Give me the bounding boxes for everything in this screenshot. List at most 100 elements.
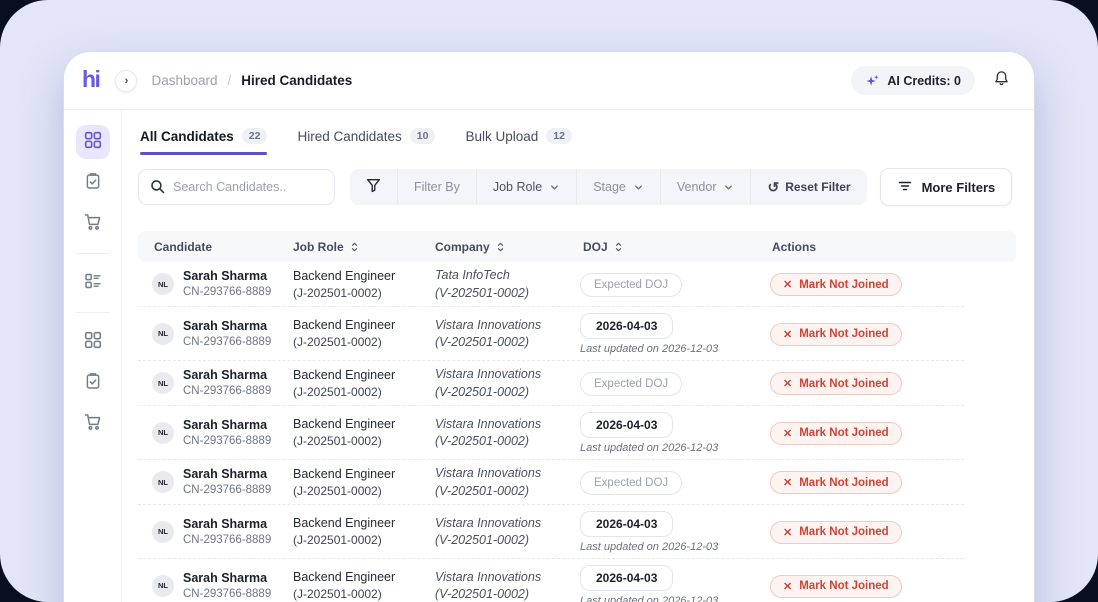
job-role-id: (J-202501-0002): [293, 483, 435, 499]
candidate-name: Sarah Sharma: [183, 570, 271, 587]
column-header-doj[interactable]: DOJ: [580, 240, 740, 254]
mark-not-joined-button[interactable]: ✕Mark Not Joined: [770, 323, 902, 346]
doj-cell: 2026-04-03Last updated on 2026-12-03: [580, 511, 740, 553]
search-input[interactable]: [138, 169, 335, 205]
actions-cell: ✕Mark Not Joined: [740, 575, 1016, 598]
candidate-cell: NLSarah SharmaCN-293766-8889: [138, 570, 293, 602]
candidate-id: CN-293766-8889: [183, 587, 271, 602]
table-row: NLSarah SharmaCN-293766-8889Backend Engi…: [138, 559, 1016, 602]
job-role: Backend Engineer: [293, 515, 435, 532]
company-id: (V-202501-0002): [435, 433, 580, 451]
doj-cell: Expected DOJ: [580, 273, 740, 297]
mark-not-joined-button[interactable]: ✕Mark Not Joined: [770, 521, 902, 544]
tab-all-candidates[interactable]: All Candidates22: [140, 128, 267, 155]
job-role-id: (J-202501-0002): [293, 586, 435, 602]
company-name: Vistara Innovations: [435, 317, 580, 335]
candidate-id: CN-293766-8889: [183, 483, 271, 499]
sidebar-divider: [76, 253, 110, 254]
company-name: Vistara Innovations: [435, 515, 580, 533]
clipboard-check-icon: [84, 372, 102, 395]
tab-label: Bulk Upload: [465, 129, 538, 144]
avatar: NL: [152, 323, 174, 345]
filter-group: Filter By Job RoleStageVendor ↺ Reset Fi…: [350, 169, 867, 205]
more-filters-button[interactable]: More Filters: [880, 168, 1013, 206]
doj-date-chip: 2026-04-03: [580, 565, 673, 591]
candidate-id: CN-293766-8889: [183, 285, 271, 301]
sidebar-item-apps[interactable]: [76, 325, 110, 359]
sidebar-item-dashboard[interactable]: [76, 125, 110, 159]
table-row: NLSarah SharmaCN-293766-8889Backend Engi…: [138, 505, 1016, 559]
notifications-button[interactable]: [993, 70, 1010, 92]
filter-dropdown-job-role[interactable]: Job Role: [477, 169, 577, 205]
cart-icon: [84, 413, 102, 436]
mark-not-joined-button[interactable]: ✕Mark Not Joined: [770, 372, 902, 395]
sort-icon[interactable]: [349, 241, 360, 253]
mark-not-joined-button[interactable]: ✕Mark Not Joined: [770, 422, 902, 445]
column-header-company[interactable]: Company: [435, 240, 580, 254]
tab-bulk-upload[interactable]: Bulk Upload12: [465, 128, 571, 155]
candidate-cell: NLSarah SharmaCN-293766-8889: [138, 516, 293, 548]
table-row: NLSarah SharmaCN-293766-8889Backend Engi…: [138, 262, 1016, 307]
tab-label: All Candidates: [140, 129, 234, 144]
sidebar-item-orders[interactable]: [76, 207, 110, 241]
company-id: (V-202501-0002): [435, 586, 580, 602]
sidebar-item-purchases[interactable]: [76, 407, 110, 441]
company-cell: Tata InfoTech(V-202501-0002): [435, 267, 580, 302]
company-name: Vistara Innovations: [435, 366, 580, 384]
main-content: All Candidates22 Hired Candidates10 Bulk U…: [122, 110, 1034, 602]
mark-not-joined-button[interactable]: ✕Mark Not Joined: [770, 471, 902, 494]
filter-dropdown-vendor[interactable]: Vendor: [661, 169, 752, 205]
candidates-table: CandidateJob RoleCompanyDOJActions NLSar…: [138, 231, 1016, 602]
breadcrumb-dashboard[interactable]: Dashboard: [151, 73, 217, 88]
sidebar-item-reports[interactable]: [76, 366, 110, 400]
sort-icon[interactable]: [613, 241, 624, 253]
reset-filter-button[interactable]: ↺ Reset Filter: [751, 169, 866, 205]
avatar: NL: [152, 422, 174, 444]
search-box: [138, 169, 335, 205]
column-header-candidate: Candidate: [138, 240, 293, 254]
table-row: NLSarah SharmaCN-293766-8889Backend Engi…: [138, 307, 1016, 361]
tab-hired-candidates[interactable]: Hired Candidates10: [297, 128, 435, 155]
funnel-filter-button[interactable]: [350, 169, 398, 205]
actions-cell: ✕Mark Not Joined: [740, 372, 1016, 395]
search-icon: [149, 178, 166, 200]
sidebar-toggle-button[interactable]: ›: [115, 70, 137, 92]
job-role: Backend Engineer: [293, 268, 435, 285]
job-role: Backend Engineer: [293, 466, 435, 483]
doj-cell: 2026-04-03Last updated on 2026-12-03: [580, 412, 740, 454]
doj-cell: 2026-04-03Last updated on 2026-12-03: [580, 313, 740, 355]
candidate-name: Sarah Sharma: [183, 268, 271, 285]
job-role: Backend Engineer: [293, 416, 435, 433]
mark-not-joined-button[interactable]: ✕Mark Not Joined: [770, 575, 902, 598]
filter-bar: Filter By Job RoleStageVendor ↺ Reset Fi…: [138, 168, 1016, 206]
doj-last-updated: Last updated on 2026-12-03: [580, 442, 740, 454]
candidate-cell: NLSarah SharmaCN-293766-8889: [138, 417, 293, 449]
company-name: Vistara Innovations: [435, 569, 580, 587]
company-name: Tata InfoTech: [435, 267, 580, 285]
job-role-cell: Backend Engineer(J-202501-0002): [293, 416, 435, 449]
job-role-cell: Backend Engineer(J-202501-0002): [293, 569, 435, 602]
sidebar-item-tasks[interactable]: [76, 166, 110, 200]
sidebar-item-lists[interactable]: [76, 266, 110, 300]
reset-icon: ↺: [767, 180, 779, 194]
actions-cell: ✕Mark Not Joined: [740, 323, 1016, 346]
mark-not-joined-button[interactable]: ✕Mark Not Joined: [770, 273, 902, 296]
column-header-actions: Actions: [740, 240, 1016, 254]
table-header-row: CandidateJob RoleCompanyDOJActions: [138, 231, 1016, 262]
sort-icon[interactable]: [495, 241, 506, 253]
ai-credits-button[interactable]: AI Credits: 0: [851, 66, 975, 95]
job-role-id: (J-202501-0002): [293, 334, 435, 350]
app-window: hi › Dashboard / Hired Candidates AI Cre…: [64, 52, 1034, 602]
company-id: (V-202501-0002): [435, 483, 580, 501]
company-id: (V-202501-0002): [435, 334, 580, 352]
doj-date-chip: 2026-04-03: [580, 313, 673, 339]
sidebar-divider: [76, 312, 110, 313]
doj-date-chip: 2026-04-03: [580, 511, 673, 537]
column-header-job-role[interactable]: Job Role: [293, 240, 435, 254]
candidate-cell: NLSarah SharmaCN-293766-8889: [138, 318, 293, 350]
cart-icon: [84, 213, 102, 236]
actions-cell: ✕Mark Not Joined: [740, 521, 1016, 544]
filter-dropdown-stage[interactable]: Stage: [577, 169, 661, 205]
app-logo: hi: [82, 68, 99, 94]
chevron-down-icon: [723, 182, 734, 193]
